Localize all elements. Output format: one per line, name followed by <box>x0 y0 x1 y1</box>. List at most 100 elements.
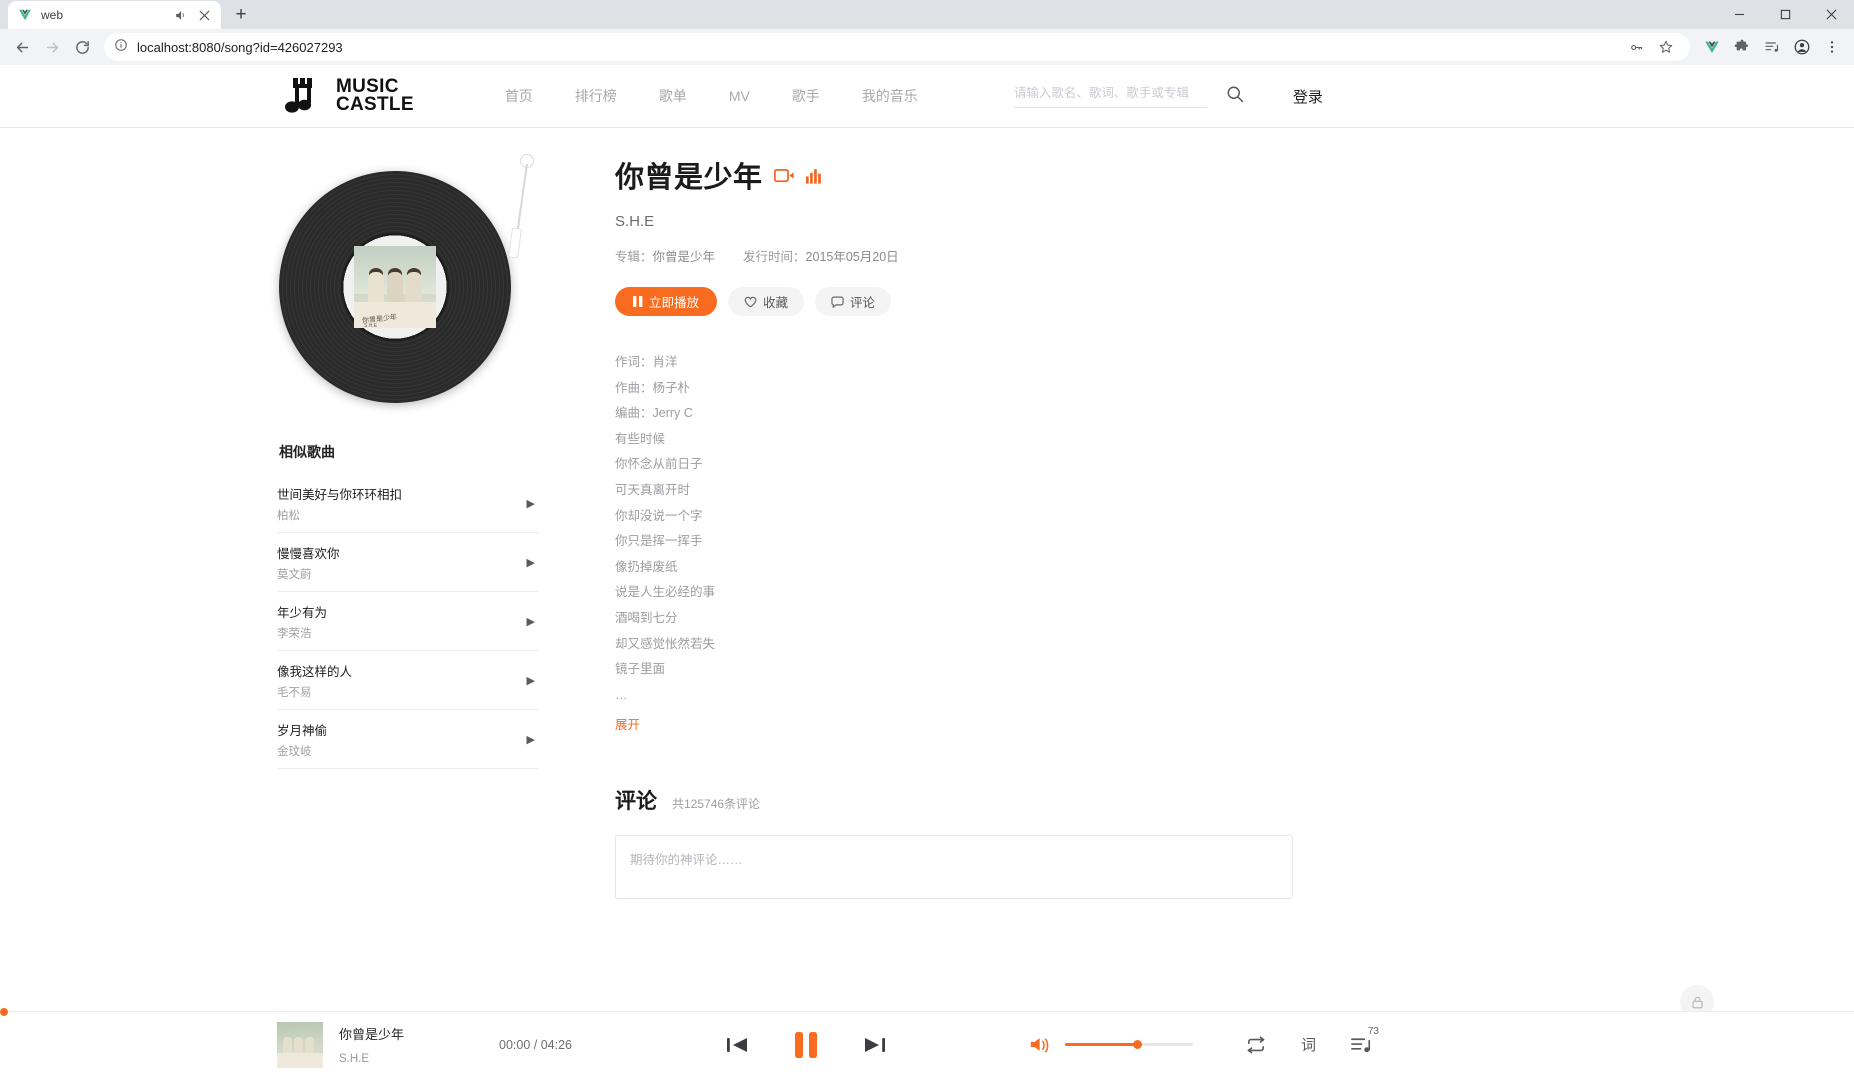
nav-item-home[interactable]: 首页 <box>484 86 554 106</box>
search-input[interactable] <box>1013 86 1207 100</box>
tab-audio-icon[interactable] <box>172 7 188 23</box>
player-song-info: 你曾是少年 S.H.E <box>339 1024 489 1065</box>
similar-song-name: 世间美好与你环环相扣 <box>277 488 403 502</box>
audio-quality-icon[interactable] <box>805 167 824 184</box>
comment-button[interactable]: 评论 <box>815 287 892 316</box>
lyric-line: 可天真离开时 <box>615 482 691 497</box>
back-icon[interactable] <box>8 33 36 61</box>
play-icon[interactable]: ▶ <box>527 615 539 628</box>
player-mode-icons: 词 73 <box>1245 1026 1379 1055</box>
new-tab-button[interactable]: + <box>227 1 255 29</box>
nav-item-chart[interactable]: 排行榜 <box>554 86 638 106</box>
site-logo[interactable]: MUSIC CASTLE <box>283 76 414 116</box>
play-now-button[interactable]: 立即播放 <box>615 287 718 316</box>
profile-icon[interactable] <box>1788 33 1816 61</box>
favorite-button[interactable]: 收藏 <box>728 287 805 316</box>
list-item[interactable]: 世间美好与你环环相扣 柏松 ▶ <box>277 474 539 533</box>
repeat-icon[interactable] <box>1245 1036 1267 1054</box>
tab-strip: web + <box>0 0 1854 29</box>
tab-close-icon[interactable] <box>196 7 212 23</box>
lyric-line: 像扔掉废纸 <box>615 559 678 574</box>
similar-song-artist: 毛不易 <box>277 687 312 699</box>
next-icon[interactable] <box>863 1035 887 1055</box>
list-item[interactable]: 岁月神偷 金玟岐 ▶ <box>277 710 539 769</box>
comment-input[interactable]: 期待你的神评论…… <box>615 835 1293 900</box>
lyrics-icon[interactable]: 词 <box>1301 1034 1316 1055</box>
list-item[interactable]: 像我这样的人 毛不易 ▶ <box>277 651 539 710</box>
nav-item-playlist[interactable]: 歌单 <box>638 86 708 106</box>
password-key-icon[interactable] <box>1622 33 1650 61</box>
album-info: 专辑：你曾是少年 <box>615 246 715 265</box>
volume-knob[interactable] <box>1132 1040 1142 1049</box>
list-item[interactable]: 慢慢喜欢你 莫文蔚 ▶ <box>277 533 539 592</box>
album-value[interactable]: 你曾是少年 <box>653 250 716 264</box>
nav-item-artist[interactable]: 歌手 <box>771 86 841 106</box>
expand-lyrics-link[interactable]: 展开 <box>615 714 1854 733</box>
login-button[interactable]: 登录 <box>1293 86 1323 107</box>
lyrics-block: 作词：肖洋 作曲：杨子朴 编曲：Jerry C 有些时候 你怀念从前日子 可天真… <box>615 350 1854 733</box>
play-icon[interactable]: ▶ <box>527 674 539 687</box>
vue-devtools-icon[interactable] <box>1698 33 1726 61</box>
lyric-line: 镜子里面 <box>615 662 666 677</box>
lyric-line: 说是人生必经的事 <box>615 585 716 600</box>
play-icon[interactable]: ▶ <box>527 556 539 569</box>
page-title: 你曾是少年 <box>615 162 763 194</box>
song-detail: 你曾是少年 S.H.E 专辑：你曾是少年 发行时间：2015年05月20日 立即… <box>615 154 1854 900</box>
main-content: 你曾是少年 S.H.E 相似歌曲 世间美好与你环环相扣 柏松 ▶ 慢慢喜欢你 莫… <box>0 128 1854 900</box>
window-controls <box>1716 0 1854 29</box>
address-bar[interactable]: localhost:8080/song?id=426027293 <box>104 33 1690 61</box>
media-list-icon[interactable] <box>1758 33 1786 61</box>
similar-song-name: 像我这样的人 <box>277 665 353 679</box>
song-artist[interactable]: S.H.E <box>615 213 1854 230</box>
player-cover[interactable] <box>277 1021 323 1068</box>
playlist-icon[interactable]: 73 <box>1350 1026 1379 1055</box>
reload-icon[interactable] <box>68 33 96 61</box>
comment-label: 评论 <box>850 296 876 310</box>
release-info: 发行时间：2015年05月20日 <box>743 246 899 265</box>
player-right-controls: 词 73 <box>1029 1026 1379 1055</box>
nav-item-my-music[interactable]: 我的音乐 <box>841 86 939 106</box>
release-value: 2015年05月20日 <box>805 250 899 264</box>
similar-songs-title: 相似歌曲 <box>279 444 335 460</box>
player-time: 00:00 / 04:26 <box>499 1037 572 1052</box>
volume-icon[interactable] <box>1029 1035 1051 1054</box>
comments-count: 共125746条评论 <box>672 797 761 812</box>
close-button[interactable] <box>1808 0 1854 29</box>
lyric-line: 有些时候 <box>615 431 666 446</box>
search-icon[interactable] <box>1225 84 1245 109</box>
song-title-row: 你曾是少年 <box>615 154 1854 196</box>
search-area: 登录 <box>1013 84 1323 109</box>
music-note-logo-icon <box>283 76 327 116</box>
lyric-line: 作词：肖洋 <box>615 355 678 369</box>
site-header: MUSIC CASTLE 首页 排行榜 歌单 MV 歌手 我的音乐 登录 <box>0 65 1854 128</box>
list-item[interactable]: 年少有为 李荣浩 ▶ <box>277 592 539 651</box>
mv-video-icon[interactable] <box>773 168 795 183</box>
search-box[interactable] <box>1013 84 1207 108</box>
left-column: 你曾是少年 S.H.E 相似歌曲 世间美好与你环环相扣 柏松 ▶ 慢慢喜欢你 莫… <box>277 154 577 899</box>
similar-song-artist: 金玟岐 <box>277 746 312 758</box>
minimize-button[interactable] <box>1716 0 1762 29</box>
lyric-line: … <box>615 687 628 702</box>
site-info-icon[interactable] <box>114 38 128 57</box>
play-icon[interactable]: ▶ <box>527 497 539 510</box>
extensions-puzzle-icon[interactable] <box>1728 33 1756 61</box>
browser-tab[interactable]: web <box>8 1 221 29</box>
play-now-label: 立即播放 <box>649 296 700 310</box>
forward-icon[interactable] <box>38 33 66 61</box>
volume-slider[interactable] <box>1064 1040 1193 1049</box>
album-label: 专辑： <box>615 250 653 264</box>
nav-item-mv[interactable]: MV <box>708 88 771 104</box>
bookmark-star-icon[interactable] <box>1652 33 1680 61</box>
lyric-line: 却又感觉怅然若失 <box>615 636 716 651</box>
logo-line-2: CASTLE <box>336 94 414 115</box>
album-cover-art: 你曾是少年 S.H.E <box>354 246 436 328</box>
tonearm-head <box>507 227 523 259</box>
vinyl-player: 你曾是少年 S.H.E <box>277 154 577 422</box>
lyric-line: 你怀念从前日子 <box>615 457 703 472</box>
menu-dots-icon[interactable] <box>1818 33 1846 61</box>
maximize-button[interactable] <box>1762 0 1808 29</box>
progress-handle[interactable] <box>0 1008 8 1016</box>
previous-icon[interactable] <box>725 1035 749 1055</box>
pause-icon[interactable] <box>791 1030 821 1060</box>
play-icon[interactable]: ▶ <box>527 733 539 746</box>
